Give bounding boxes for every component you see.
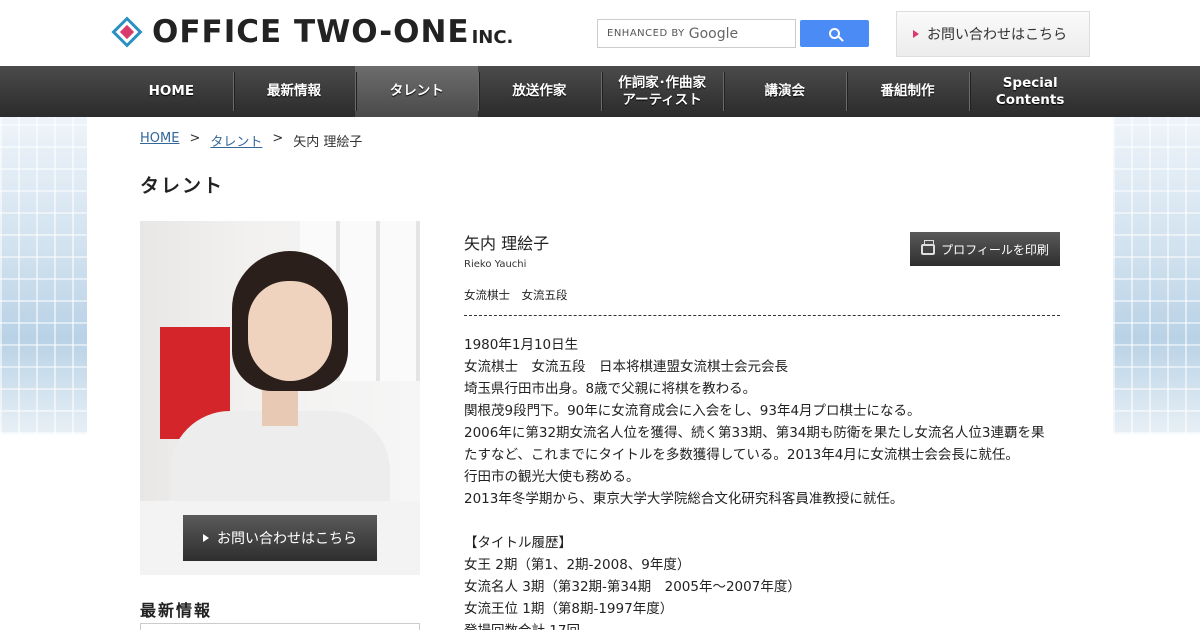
logo-suffix: INC. — [471, 27, 514, 48]
bio-line: 女流王位 1期（第8期-1997年度） — [464, 601, 674, 617]
bio-line: 行田市の観光大使も務める。 — [464, 469, 640, 485]
nav-item-7[interactable]: Special Contents — [968, 66, 1092, 117]
main-nav: HOME 最新情報 タレント 放送作家 作詞家･作曲家 アーティスト 講演会 番組制作 Spe… — [0, 66, 1200, 117]
bio-line — [464, 510, 1060, 532]
print-profile-button[interactable]: プロフィールを印刷 — [910, 232, 1060, 266]
breadcrumb-separator: > — [272, 131, 284, 146]
bio-line: 女王 2期（第1、2期-2008、9年度） — [464, 557, 691, 573]
bio-line: 1980年1月10日生 — [464, 337, 579, 353]
breadcrumb-separator: > — [189, 131, 201, 146]
bio-line: 埼玉県行田市出身。8歳で父親に将棋を教わる。 — [464, 381, 757, 397]
main-content: HOME > タレント > 矢内 理絵子 タレント お問い合わせはこちら 最新情… — [87, 117, 1113, 630]
bio-line: 2013年冬学期から、東京大学大学院総合文化研究科客員准教授に就任。 — [464, 491, 904, 507]
profile-position: 女流棋士 女流五段 — [464, 288, 568, 302]
nav-item-0[interactable]: HOME — [110, 66, 233, 117]
search-input[interactable]: ENHANCED BY Google — [597, 19, 796, 48]
profile-photo — [140, 221, 420, 501]
breadcrumb-home-link[interactable]: HOME — [140, 131, 179, 150]
bio-line: たすなど、これまでにタイトルを多数獲得している。2013年4月に女流棋士会会長に… — [464, 447, 1019, 463]
search-brand-label: Google — [688, 25, 739, 42]
nav-item-6[interactable]: 番組制作 — [846, 66, 969, 117]
logo-text: OFFICE TWO-ONE — [152, 14, 470, 50]
profile-section: 矢内 理絵子 Rieko Yauchi 女流棋士 女流五段 プロフィールを印刷 … — [464, 221, 1060, 630]
bio-line: 【タイトル履歴】 — [464, 535, 572, 551]
search-icon — [829, 28, 840, 39]
search-enhanced-label: ENHANCED BY — [607, 28, 685, 39]
triangle-right-icon — [913, 30, 919, 38]
nav-item-4[interactable]: 作詞家･作曲家 アーティスト — [600, 66, 724, 117]
bio-line: 女流棋士 女流五段 日本将棋連盟女流棋士会元会長 — [464, 359, 788, 375]
nav-item-3[interactable]: 放送作家 — [478, 66, 601, 117]
nav-item-2[interactable]: タレント — [355, 66, 479, 117]
profile-bio: 1980年1月10日生女流棋士 女流五段 日本将棋連盟女流棋士会元会長 埼玉県行田… — [464, 334, 1060, 630]
bio-line: 女流名人 3期（第32期-第34期 2005年～2007年度） — [464, 579, 801, 595]
site-logo[interactable]: OFFICE TWO-ONE INC. — [111, 14, 514, 50]
nav-item-1[interactable]: 最新情報 — [232, 66, 356, 117]
latest-news-heading: 最新情報 — [140, 601, 213, 620]
left-decorative-panel — [0, 117, 87, 434]
sidebar-contact-button[interactable]: お問い合わせはこちら — [183, 515, 377, 561]
print-profile-label: プロフィールを印刷 — [941, 242, 1049, 257]
breadcrumb-talent-link[interactable]: タレント — [210, 131, 262, 150]
printer-icon — [921, 239, 936, 255]
profile-photo-card: お問い合わせはこちら — [140, 221, 420, 575]
breadcrumb-current: 矢内 理絵子 — [293, 135, 363, 150]
breadcrumb: HOME > タレント > 矢内 理絵子 — [140, 131, 362, 150]
header-contact-label: お問い合わせはこちら — [927, 27, 1067, 43]
logo-diamond-icon — [111, 16, 143, 48]
bio-line: 登場回数合計 17回 — [464, 620, 1060, 630]
nav-item-5[interactable]: 講演会 — [723, 66, 846, 117]
page-title: タレント — [140, 175, 225, 197]
search-button[interactable] — [800, 20, 869, 47]
site-header: OFFICE TWO-ONE INC. ENHANCED BY Google お… — [0, 0, 1200, 66]
profile-divider — [464, 315, 1060, 316]
header-contact-button[interactable]: お問い合わせはこちら — [896, 11, 1090, 57]
bio-line: 関根茂9段門下。90年に女流育成会に入会をし、93年4月プロ棋士になる。 — [464, 403, 921, 419]
sidebar-contact-label: お問い合わせはこちら — [217, 531, 357, 547]
bio-line: 2006年に第32期女流名人位を獲得、続く第33期、第34期も防衛を果たし女流名… — [464, 425, 1045, 441]
right-decorative-panel — [1113, 117, 1200, 434]
latest-news-box — [140, 623, 420, 630]
triangle-right-icon — [203, 534, 209, 542]
